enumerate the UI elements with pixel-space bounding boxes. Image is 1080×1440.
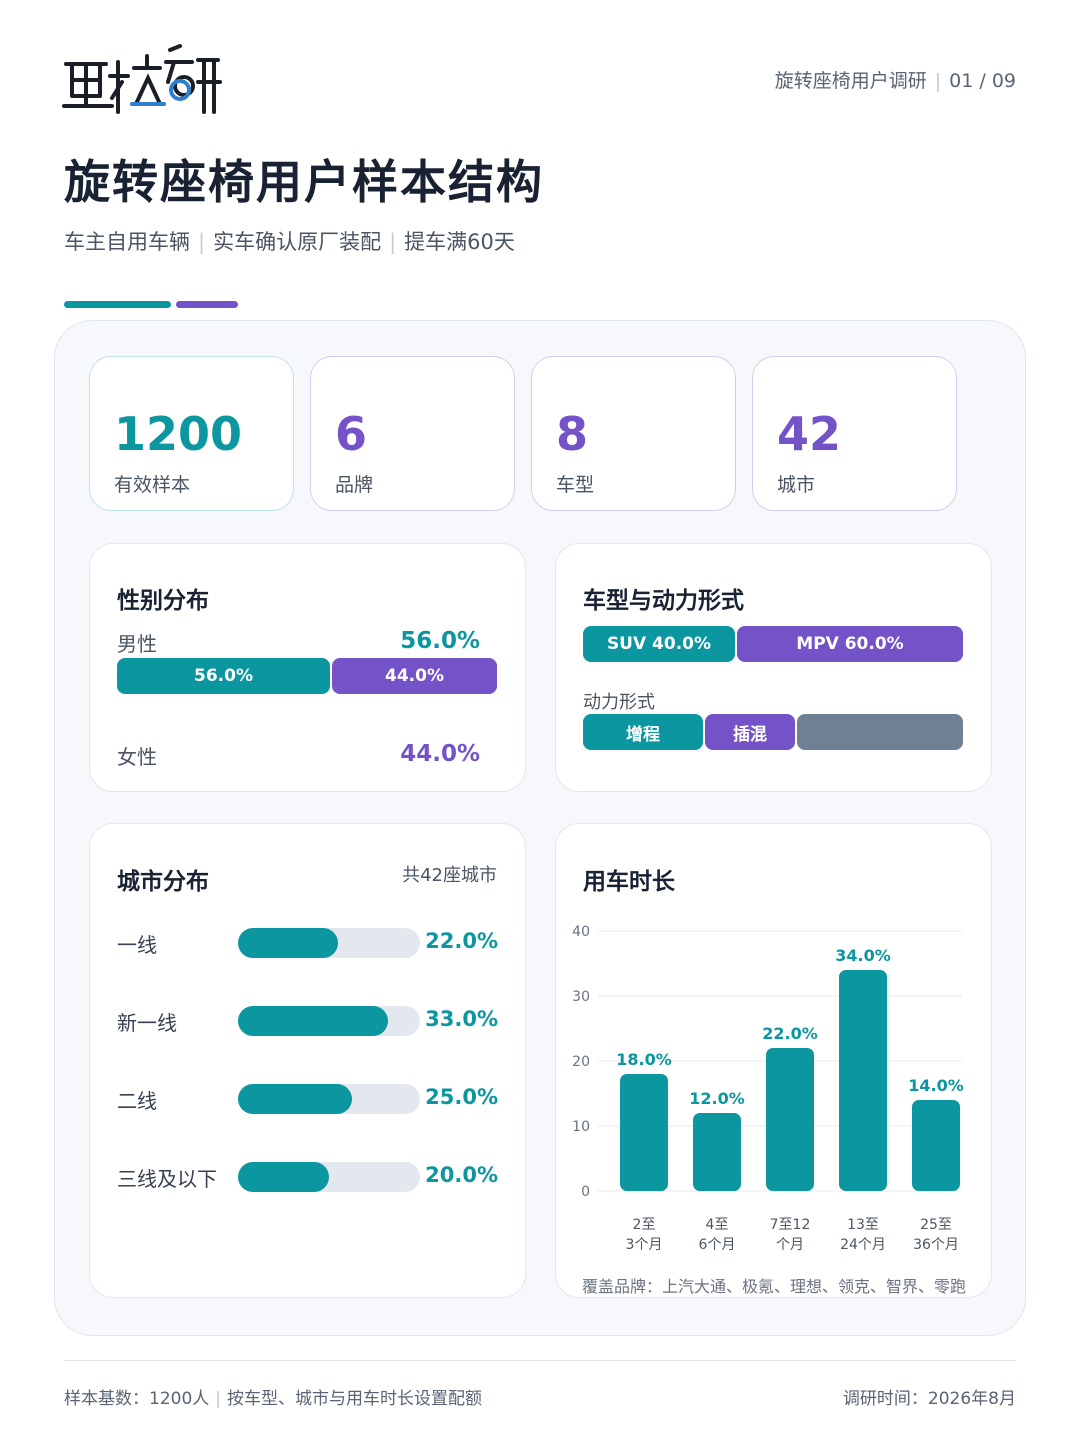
city-tier-percent: 20.0% [425,1163,498,1187]
divider: | [198,230,206,254]
x-tick-label: 36个月 [913,1237,959,1253]
city-tier-label: 一线 [117,933,157,957]
accent-bar-teal [64,301,171,308]
page-subtitle: 车主自用车辆 | 实车确认原厂装配 | 提车满60天 [64,226,515,256]
footer-quota-note: 按车型、城市与用车时长设置配额 [227,1389,482,1409]
city-tier-label: 三线及以下 [117,1167,217,1191]
x-tick-label: 4至 [706,1217,729,1233]
power-segment-label: 增程 [626,724,660,745]
city-tier-percent: 22.0% [425,929,498,953]
city-tier-label: 新一线 [117,1011,177,1035]
divider: | [215,1389,221,1409]
stat-label: 有效样本 [114,474,191,496]
vehicle-title: 车型与动力形式 [583,588,744,614]
stat-card-models: 8 车型 [531,356,736,511]
usage-bar [766,1048,814,1191]
usage-bar [839,970,887,1191]
y-tick-label: 20 [572,1054,590,1070]
brand-logo [62,42,222,118]
stat-value: 42 [777,407,842,461]
stat-value: 8 [556,407,589,461]
usage-bar-value: 18.0% [616,1050,672,1069]
city-tier-bar [238,1162,329,1192]
city-tier-track [238,1084,420,1114]
city-tier-percent: 25.0% [425,1085,498,1109]
brand-coverage-note: 覆盖品牌：上汽大通、极氪、理想、领克、智界、零跑 [582,1277,967,1296]
y-tick-label: 0 [581,1184,590,1200]
page-title: 旋转座椅用户样本结构 [64,155,544,209]
suv-share-bar: SUV 40.0% [583,626,735,662]
stat-card-samples: 1200 有效样本 [89,356,294,511]
stat-label: 城市 [777,474,816,496]
footer-note: 样本基数：1200人 | 按车型、城市与用车时长设置配额 [64,1384,482,1409]
usage-bar-value: 12.0% [689,1089,745,1108]
subtitle-part: 车主自用车辆 [64,230,190,254]
power-type-label: 动力形式 [583,692,655,713]
usage-bar [912,1100,960,1191]
x-tick-label: 7至12 [770,1217,811,1233]
stat-value: 6 [335,407,368,461]
mpv-share-bar: MPV 60.0% [737,626,963,662]
y-tick-label: 10 [572,1119,590,1135]
divider: | [389,230,397,254]
stat-label: 品牌 [335,474,374,496]
x-tick-label: 2至 [633,1217,656,1233]
male-share-bar: 56.0% [117,658,330,694]
stat-card-brands: 6 品牌 [310,356,515,511]
page-meta: 旋转座椅用户调研 | 01 / 09 [775,66,1016,93]
city-tier-bar [238,1006,388,1036]
x-tick-label: 25至 [920,1217,952,1233]
y-tick-label: 30 [572,989,590,1005]
gender-title: 性别分布 [117,588,209,614]
power-segment-other [797,714,963,750]
x-tick-label: 3个月 [626,1237,663,1253]
power-segment-label: 插混 [733,724,767,745]
usage-bar-value: 14.0% [908,1076,964,1095]
mpv-share-label: MPV 60.0% [796,634,904,654]
x-tick-label: 6个月 [699,1237,736,1253]
usage-bar-value: 22.0% [762,1024,818,1043]
y-tick-label: 40 [572,924,590,940]
stat-card-cities: 42 城市 [752,356,957,511]
subtitle-part: 实车确认原厂装配 [213,230,382,254]
city-tier-track [238,1162,420,1192]
city-tier-percent: 33.0% [425,1007,498,1031]
x-tick-label: 24个月 [840,1237,886,1253]
male-percent: 56.0% [400,628,480,654]
male-share-label: 56.0% [194,666,253,686]
footer-divider [64,1360,1016,1361]
power-segment-phev: 插混 [705,714,795,750]
usage-duration-chart: 0 10 20 30 40 18.0% 2至 3个月 12.0% 4至 6个月 22.0% 7至12 个月… [572,924,964,1253]
footer-survey-date: 调研时间：2026年8月 [842,1389,1016,1409]
female-share-bar: 44.0% [332,658,497,694]
usage-title: 用车时长 [583,869,675,895]
stat-label: 车型 [556,474,595,496]
x-tick-label: 13至 [847,1217,879,1233]
divider: | [934,70,942,92]
male-label: 男性 [117,632,157,656]
female-share-label: 44.0% [385,666,444,686]
female-label: 女性 [117,745,157,769]
usage-bar [693,1113,741,1191]
city-title: 城市分布 [117,869,209,895]
usage-bar [620,1074,668,1191]
power-segment-erev: 增程 [583,714,703,750]
city-tier-track [238,928,420,958]
suv-share-label: SUV 40.0% [606,634,712,654]
subtitle-part: 提车满60天 [404,230,515,254]
report-name: 旋转座椅用户调研 [774,70,927,92]
city-tier-track [238,1006,420,1036]
footer-sample-base: 样本基数：1200人 [64,1389,210,1409]
accent-bar-purple [176,301,238,308]
city-tier-bar [238,928,338,958]
page-number: 01 / 09 [949,70,1016,92]
female-percent: 44.0% [400,741,480,767]
stat-value: 1200 [114,407,243,461]
x-tick-label: 个月 [776,1237,804,1253]
city-tier-label: 二线 [117,1089,157,1113]
city-count-note: 共42座城市 [402,865,497,886]
city-tier-bar [238,1084,352,1114]
usage-bar-value: 34.0% [835,946,891,965]
